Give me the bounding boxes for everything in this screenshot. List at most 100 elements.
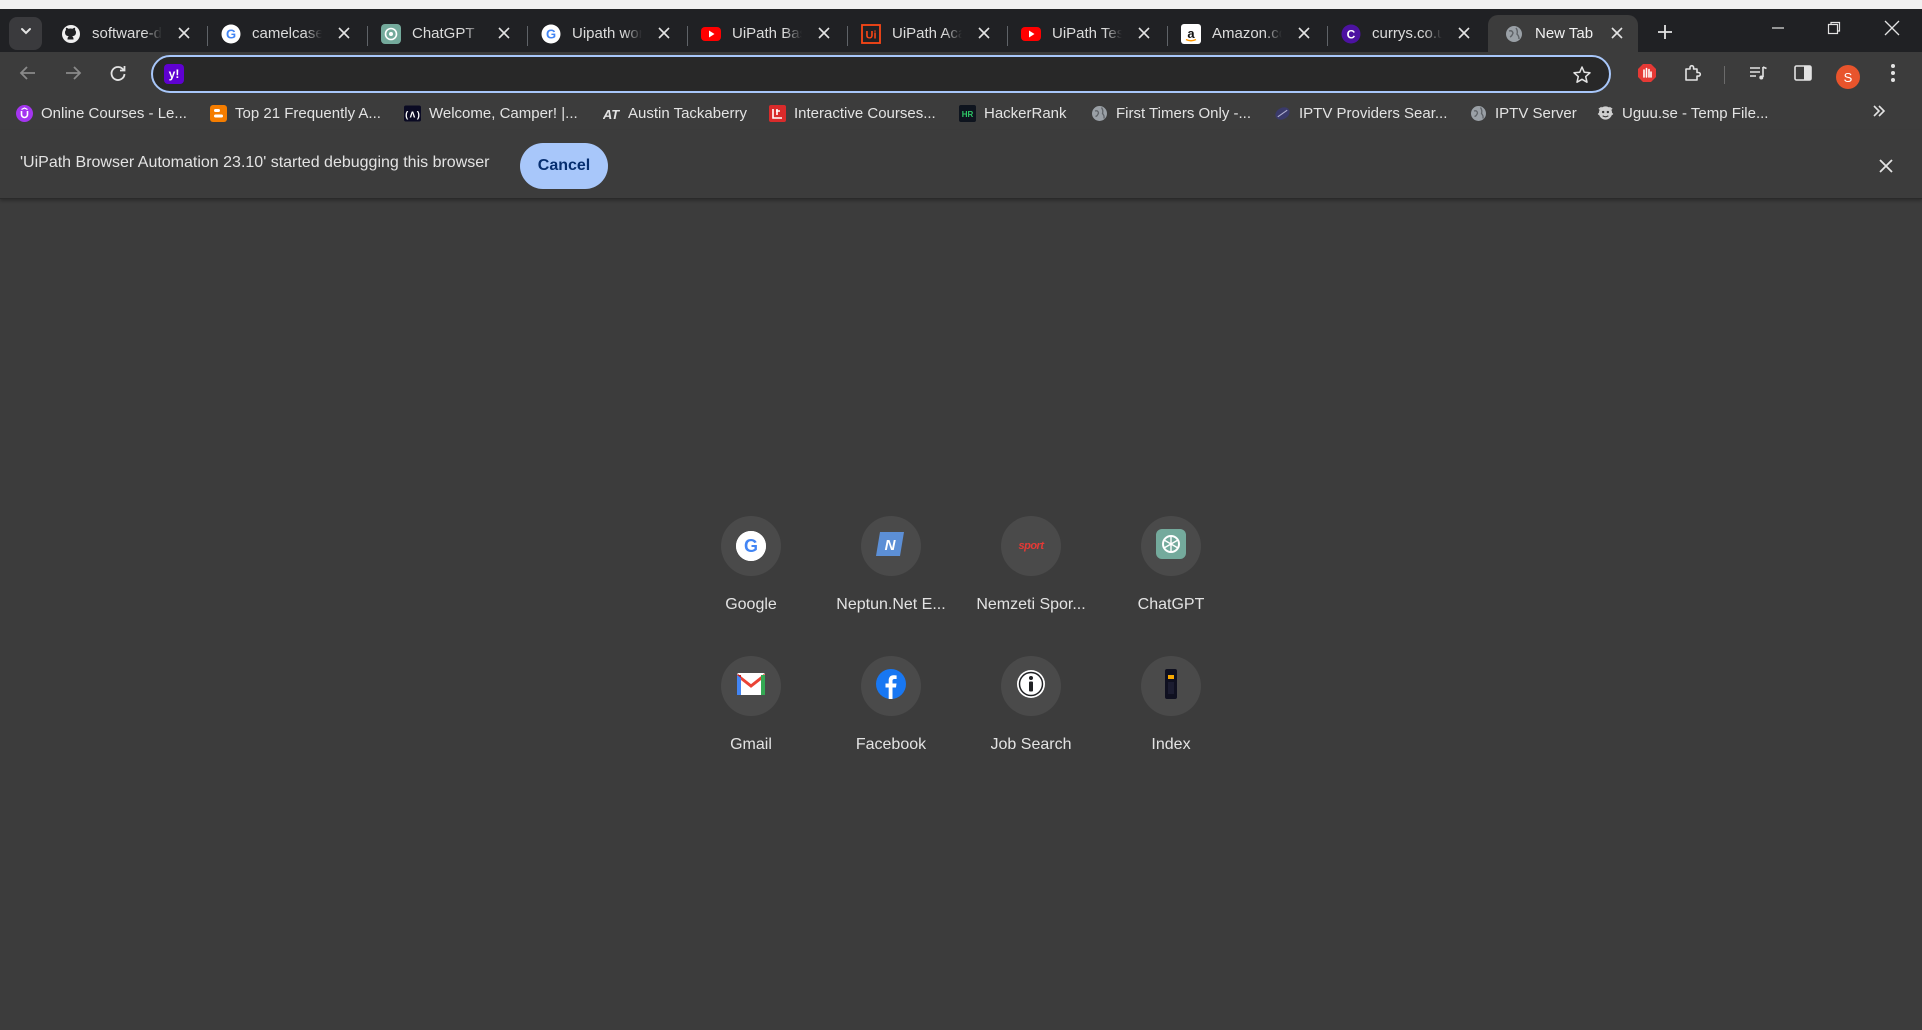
tab-uipath-bas[interactable]: UiPath Bas [685,15,845,52]
shortcut-nemzeti-sport[interactable]: sport Nemzeti Spor... [975,505,1087,625]
side-panel-icon [1793,63,1813,88]
svg-text:G: G [744,536,758,556]
browser-menu-button[interactable] [1878,60,1908,90]
shortcut-job-search[interactable]: Job Search [975,645,1087,765]
neptun-icon: N [876,530,906,563]
close-icon[interactable] [175,24,193,42]
bookmark-label: First Timers Only -... [1116,104,1251,122]
close-window-button[interactable] [1872,17,1912,43]
tab-title: ChatGPT [412,25,475,42]
tab-uipath-test[interactable]: UiPath Test [1005,15,1165,52]
shortcut-index[interactable]: Index [1115,645,1227,765]
shortcut-label: Gmail [730,736,772,753]
shortcut-neptun[interactable]: N Neptun.Net E... [835,505,947,625]
cancel-debugging-button[interactable]: Cancel [520,143,608,189]
shortcut-google[interactable]: G Google [695,505,807,625]
close-icon[interactable] [655,24,673,42]
bookmark-online-courses[interactable]: Online Courses - Le... [16,102,187,124]
back-button[interactable] [13,60,43,90]
shortcut-label: Nemzeti Spor... [976,596,1086,613]
currys-icon: C [1341,24,1361,44]
tab-uipath-wor[interactable]: G Uipath wor [525,15,685,52]
restore-button[interactable] [1814,17,1854,43]
profile-avatar[interactable]: S [1836,65,1860,89]
close-icon[interactable] [495,24,513,42]
close-icon[interactable] [815,24,833,42]
close-icon[interactable] [975,24,993,42]
blogger-icon [210,104,227,122]
uipath-icon: Ui [861,23,881,44]
bookmark-first-timers-only[interactable]: First Timers Only -... [1091,102,1251,124]
globe-icon [1091,105,1108,122]
bookmark-top-21[interactable]: Top 21 Frequently A... [210,102,381,124]
shortcut-icon-container: N [861,516,921,576]
bookmark-star-icon[interactable] [1571,64,1593,86]
reload-button[interactable] [103,60,133,90]
url-input[interactable] [195,61,1549,89]
tab-search-button[interactable] [9,17,42,50]
nemzeti-sport-icon: sport [1018,540,1045,552]
tab-uipath-aca[interactable]: Ui UiPath Aca [845,15,1005,52]
shortcut-label: ChatGPT [1137,596,1205,613]
tab-amazon[interactable]: a Amazon.co [1165,15,1325,52]
bookmarks-bar: Online Courses - Le... Top 21 Frequently… [0,96,1922,130]
close-icon[interactable] [1876,156,1896,176]
courses-icon [769,104,786,122]
close-icon[interactable] [1295,24,1313,42]
hackerrank-icon: HR [959,104,976,122]
svg-text:G: G [546,26,556,41]
arrow-left-icon [19,64,37,87]
tab-title: Amazon.co [1212,25,1282,42]
tab-camelcase[interactable]: G camelcase [205,15,365,52]
bookmark-interactive-courses[interactable]: Interactive Courses... [769,102,936,124]
shortcut-label: Job Search [990,736,1072,753]
tab-title: UiPath Bas [732,25,802,42]
youtube-icon [701,24,721,44]
tab-chatgpt[interactable]: ChatGPT [365,15,525,52]
tab-software-d[interactable]: software-d [45,15,205,52]
svg-text:G: G [226,26,236,41]
bookmark-freecodecamp[interactable]: (Λ) Welcome, Camper! |... [404,102,578,124]
address-bar[interactable]: y! [151,55,1611,93]
bookmark-iptv-server[interactable]: IPTV Server [1470,102,1577,124]
side-panel-button[interactable] [1788,60,1818,90]
bookmarks-overflow-button[interactable] [1868,103,1890,123]
close-icon[interactable] [1608,24,1626,42]
tab-new-tab[interactable]: New Tab [1488,15,1638,52]
close-icon[interactable] [1455,24,1473,42]
debugging-infobar: 'UiPath Browser Automation 23.10' starte… [0,130,1922,199]
bookmark-austin-tackaberry[interactable]: AT Austin Tackaberry [603,102,747,124]
close-icon[interactable] [1135,24,1153,42]
google-icon: G [221,24,241,44]
minimize-button[interactable] [1758,17,1798,43]
music-queue-icon [1748,63,1768,88]
new-tab-button[interactable] [1652,21,1678,47]
svg-text:AT: AT [603,107,620,122]
bookmark-label: Interactive Courses... [794,104,936,122]
freecodecamp-icon: (Λ) [404,104,421,122]
bookmark-uguu[interactable]: Uguu.se - Temp File... [1597,102,1768,124]
tab-currys[interactable]: C currys.co.u [1325,15,1485,52]
bookmark-label: HackerRank [984,104,1067,122]
forward-button[interactable] [58,60,88,90]
puzzle-icon [1683,63,1703,88]
shortcut-gmail[interactable]: Gmail [695,645,807,765]
infobar-message: 'UiPath Browser Automation 23.10' starte… [20,154,490,171]
bookmark-hackerrank[interactable]: HR HackerRank [959,102,1067,124]
extensions-button[interactable] [1678,60,1708,90]
close-icon[interactable] [335,24,353,42]
google-icon: G [736,531,766,561]
stop-extension-button[interactable] [1632,60,1662,90]
google-icon: G [541,24,561,44]
shortcut-icon-container: sport [1001,516,1061,576]
shortcut-facebook[interactable]: Facebook [835,645,947,765]
media-controls-button[interactable] [1743,60,1773,90]
bookmark-iptv-providers[interactable]: IPTV Providers Sear... [1274,102,1447,124]
arrow-right-icon [64,64,82,87]
bookmark-label: Welcome, Camper! |... [429,104,578,122]
bookmark-label: IPTV Providers Sear... [1299,104,1448,122]
svg-text:HR: HR [962,110,974,119]
shortcut-chatgpt[interactable]: ChatGPT [1115,505,1227,625]
close-icon [1884,20,1900,41]
svg-text:Ui: Ui [866,29,877,41]
